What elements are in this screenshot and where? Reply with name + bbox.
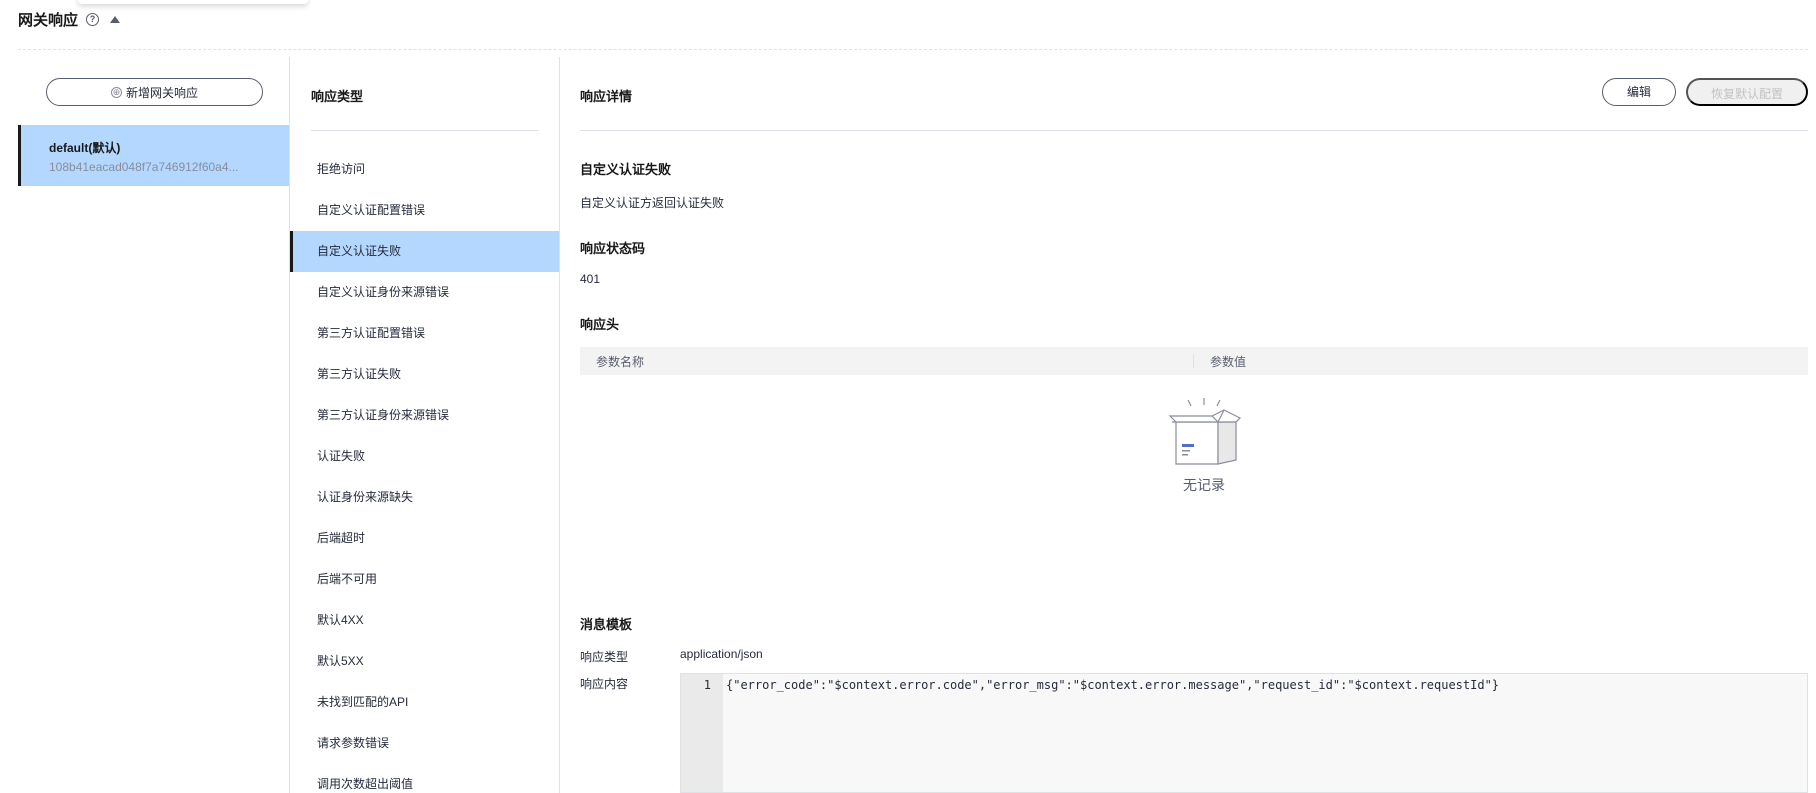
response-type-item[interactable]: 调用次数超出阈值 bbox=[290, 764, 559, 793]
response-content-label: 响应内容 bbox=[580, 677, 629, 691]
message-template-label: 消息模板 bbox=[580, 617, 633, 632]
empty-box-icon bbox=[1168, 398, 1242, 465]
page-header: 网关响应 ? bbox=[18, 8, 121, 30]
line-number: 1 bbox=[703, 678, 711, 692]
response-type-list: 拒绝访问 自定义认证配置错误 自定义认证失败 自定义认证身份来源错误 第三方认证… bbox=[290, 149, 559, 793]
response-types-divider bbox=[311, 130, 539, 131]
response-headers-label: 响应头 bbox=[580, 317, 620, 332]
collapse-caret-icon[interactable] bbox=[110, 15, 121, 23]
response-type-item[interactable]: 自定义认证配置错误 bbox=[290, 190, 559, 231]
restore-default-button[interactable]: 恢复默认配置 bbox=[1686, 78, 1808, 106]
response-type-item[interactable]: 后端超时 bbox=[290, 518, 559, 559]
response-types-title: 响应类型 bbox=[311, 89, 364, 104]
edit-button[interactable]: 编辑 bbox=[1602, 78, 1676, 106]
response-type-item[interactable]: 第三方认证配置错误 bbox=[290, 313, 559, 354]
column-header-param-value: 参数值 bbox=[1210, 354, 1247, 369]
detail-divider bbox=[580, 130, 1808, 131]
status-code-value: 401 bbox=[580, 272, 601, 286]
response-type-item[interactable]: 拒绝访问 bbox=[290, 149, 559, 190]
response-content-editor[interactable]: 1 {"error_code":"$context.error.code","e… bbox=[680, 673, 1808, 793]
help-icon[interactable]: ? bbox=[86, 12, 100, 26]
gateway-response-name: default(默认) bbox=[49, 141, 121, 155]
empty-state: 无记录 bbox=[1154, 398, 1254, 495]
editor-gutter: 1 bbox=[681, 674, 723, 792]
add-gateway-response-button[interactable]: ⊕ 新增网关响应 bbox=[46, 78, 263, 106]
response-type-description: 自定义认证方返回认证失败 bbox=[580, 196, 725, 210]
response-type-item[interactable]: 请求参数错误 bbox=[290, 723, 559, 764]
response-type-item[interactable]: 未找到匹配的API bbox=[290, 682, 559, 723]
response-type-item[interactable]: 认证失败 bbox=[290, 436, 559, 477]
tooltip-edge bbox=[78, 0, 308, 4]
response-detail-title: 响应详情 bbox=[580, 89, 633, 104]
plus-circle-icon: ⊕ bbox=[110, 86, 122, 98]
response-type-name: 自定义认证失败 bbox=[580, 162, 672, 177]
response-detail-panel: 响应详情 编辑 恢复默认配置 自定义认证失败 自定义认证方返回认证失败 响应状态… bbox=[580, 0, 1808, 793]
response-type-item[interactable]: 默认4XX bbox=[290, 600, 559, 641]
add-gateway-response-label: 新增网关响应 bbox=[125, 85, 198, 100]
empty-state-text: 无记录 bbox=[1183, 477, 1225, 493]
response-type-item[interactable]: 第三方认证身份来源错误 bbox=[290, 395, 559, 436]
response-type-item-active[interactable]: 自定义认证失败 bbox=[290, 231, 559, 272]
column-header-param-name: 参数名称 bbox=[596, 354, 645, 369]
response-type-item[interactable]: 后端不可用 bbox=[290, 559, 559, 600]
response-type-item[interactable]: 第三方认证失败 bbox=[290, 354, 559, 395]
status-code-label: 响应状态码 bbox=[580, 241, 646, 256]
middle-column-divider bbox=[559, 57, 560, 793]
headers-table-header: 参数名称 参数值 bbox=[580, 347, 1808, 375]
page-title: 网关响应 bbox=[18, 11, 79, 29]
content-type-label: 响应类型 bbox=[580, 650, 629, 664]
response-type-item[interactable]: 认证身份来源缺失 bbox=[290, 477, 559, 518]
gateway-response-id: 108b41eacad048f7a746912f60a4... bbox=[49, 160, 239, 174]
content-type-value: application/json bbox=[680, 647, 763, 661]
response-content-code[interactable]: {"error_code":"$context.error.code","err… bbox=[726, 678, 1499, 692]
response-type-item[interactable]: 自定义认证身份来源错误 bbox=[290, 272, 559, 313]
response-type-item[interactable]: 默认5XX bbox=[290, 641, 559, 682]
gateway-response-item-default[interactable]: default(默认) 108b41eacad048f7a746912f60a4… bbox=[18, 125, 289, 186]
